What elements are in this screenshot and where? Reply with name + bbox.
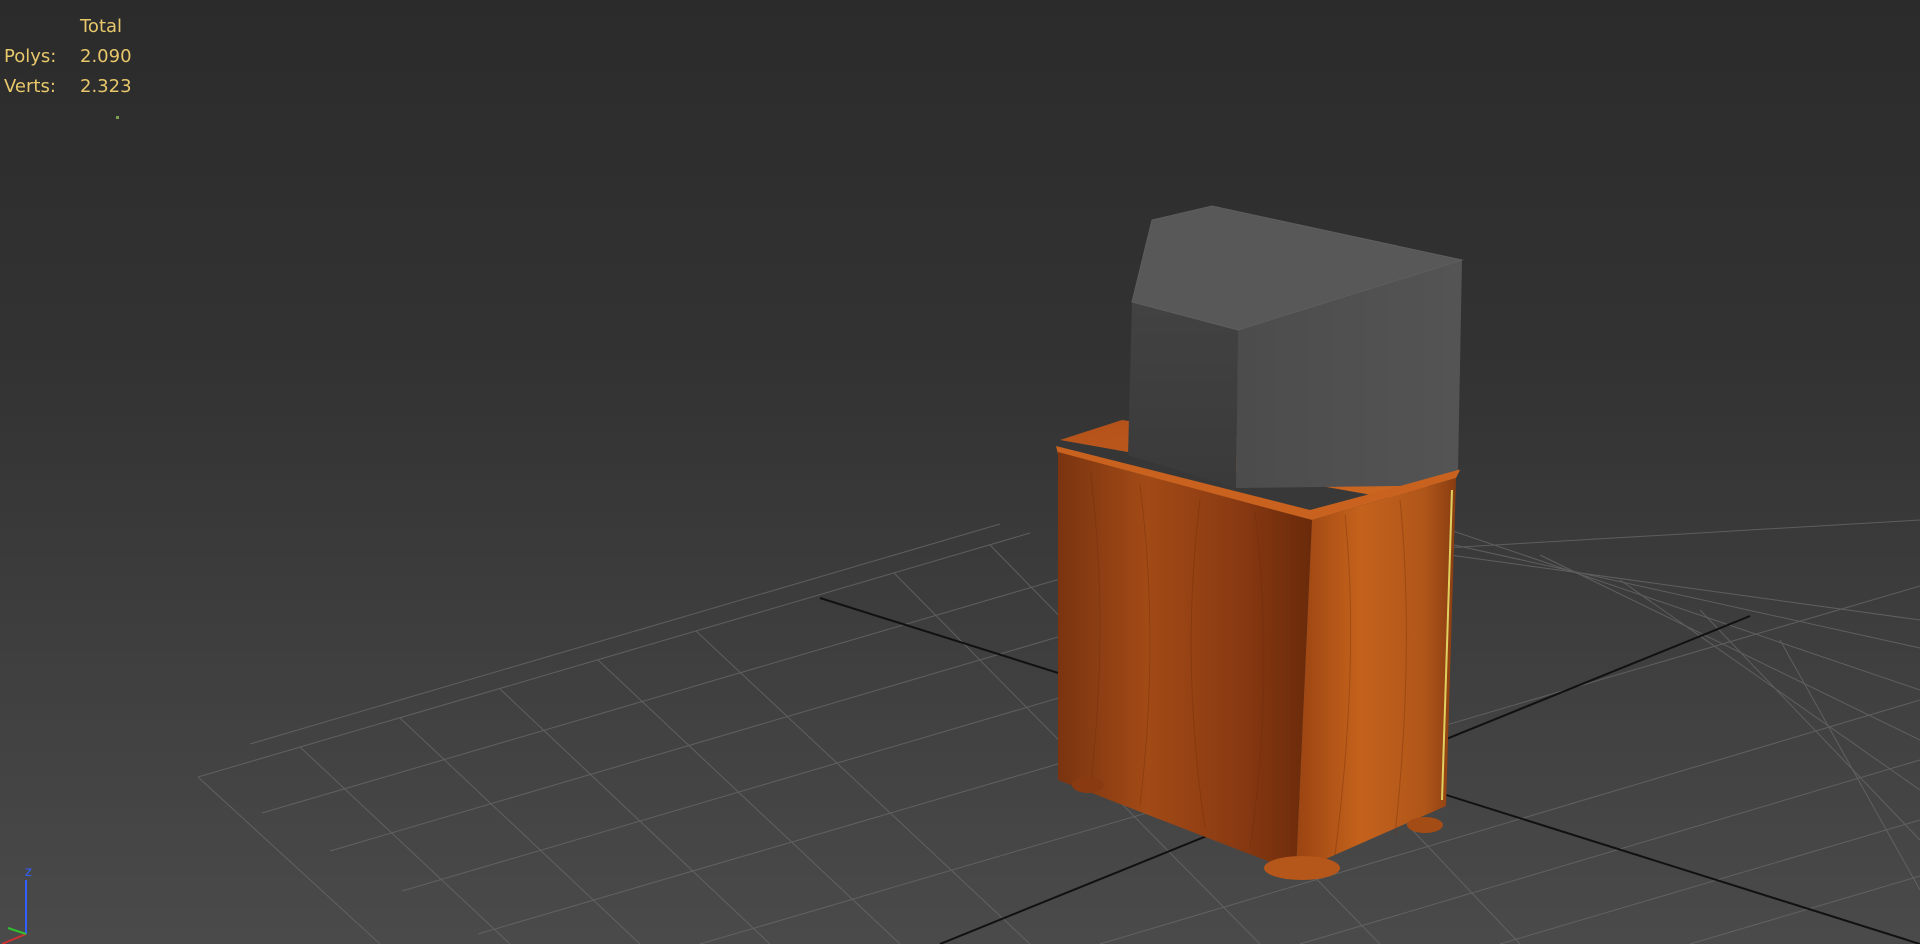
wooden-cabinet[interactable] — [1056, 420, 1460, 880]
y-axis-line — [7, 927, 27, 935]
x-axis-line — [1, 933, 27, 944]
scene-statistics-overlay: Total Polys: 2.090 Verts: 2.323 — [4, 12, 160, 119]
stats-dot — [116, 116, 119, 119]
axis-gizmo: z — [1, 865, 32, 944]
stats-header: Total — [80, 16, 123, 37]
polys-value: 2.090 — [80, 46, 132, 67]
crt-monitor[interactable] — [1128, 205, 1464, 488]
z-axis-label: z — [25, 865, 32, 880]
perspective-viewport[interactable]: Total Polys: 2.090 Verts: 2.323 z — [0, 0, 1920, 944]
scene-canvas[interactable] — [0, 0, 1920, 944]
verts-value: 2.323 — [80, 76, 132, 97]
verts-label: Verts: — [4, 76, 56, 97]
polys-label: Polys: — [4, 46, 57, 67]
